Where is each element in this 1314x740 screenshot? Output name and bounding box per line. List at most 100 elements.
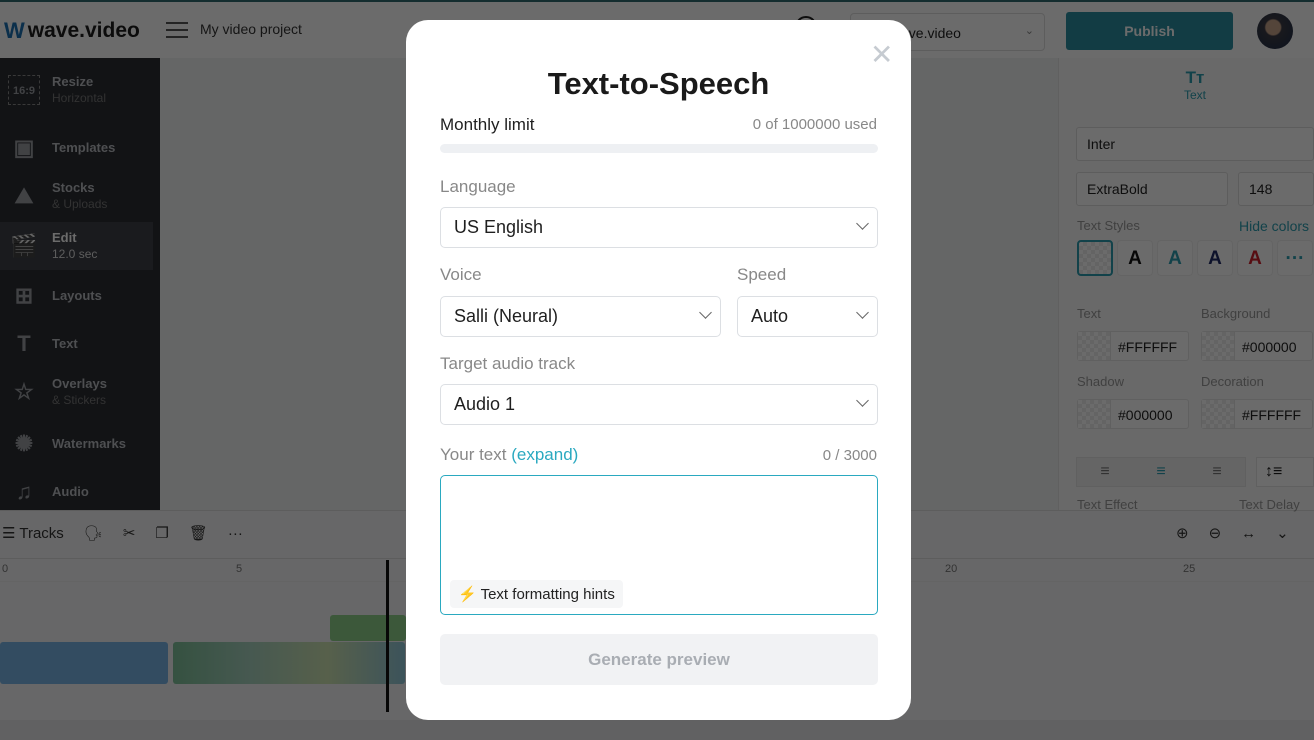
text-styles-label: Text Styles bbox=[1077, 218, 1140, 233]
fit-icon[interactable]: ↔ bbox=[1241, 525, 1256, 542]
text-formatting-hints[interactable]: ⚡ Text formatting hints bbox=[450, 580, 623, 608]
sidebar-item-label: Layouts bbox=[52, 288, 102, 304]
label: Resize bbox=[52, 74, 94, 89]
sidebar-item-label: Stocks & Uploads bbox=[52, 180, 107, 212]
collapse-icon[interactable]: ⌄ bbox=[1276, 524, 1289, 542]
templates-icon: ▣ bbox=[13, 135, 35, 160]
weight-select[interactable]: ExtraBold bbox=[1076, 172, 1228, 206]
voice-label: Voice bbox=[440, 265, 482, 284]
color-swatch-field[interactable]: #FFFFFF bbox=[1077, 331, 1189, 361]
generate-preview-button[interactable]: Generate preview bbox=[440, 634, 878, 685]
duplicate-icon[interactable]: ❐ bbox=[155, 524, 168, 542]
color-value: #000000 bbox=[1118, 407, 1173, 423]
align-left-icon[interactable]: ≡ bbox=[1100, 463, 1109, 481]
sidebar-item-overlays[interactable]: ☆ Overlays & Stickers bbox=[0, 368, 153, 416]
tts-modal: Text-to-Speech ✕ Monthly limit 0 of 1000… bbox=[406, 20, 911, 720]
your-text-text: Your text bbox=[440, 445, 507, 464]
timeline-toolbar: ☰ Tracks 🗣 ✂ ❐ 🗑 ··· bbox=[2, 524, 243, 543]
playhead[interactable] bbox=[386, 560, 389, 712]
color-value: #FFFFFF bbox=[1118, 339, 1178, 355]
voice-icon[interactable]: 🗣 bbox=[84, 524, 103, 542]
font-select[interactable]: Inter bbox=[1076, 127, 1314, 161]
hide-colors-link[interactable]: Hide colors bbox=[1239, 218, 1309, 234]
sidebar: 16:9 Resize Horizontal ▣ Templates ⛰ Stocks & U… bbox=[0, 58, 160, 510]
audio-clip[interactable] bbox=[330, 615, 406, 641]
sidebar-item-label: Resize Horizontal bbox=[52, 74, 106, 106]
trash-icon[interactable]: 🗑 bbox=[189, 524, 208, 542]
color-swatch-field[interactable]: #000000 bbox=[1201, 331, 1313, 361]
video-clip[interactable] bbox=[0, 642, 168, 684]
line-height-icon[interactable]: ↕≡ bbox=[1256, 457, 1314, 487]
text-effect-label: Text Effect bbox=[1077, 497, 1138, 512]
language-select[interactable]: US English bbox=[440, 207, 878, 248]
sidebar-item-watermarks[interactable]: ✺ Watermarks bbox=[0, 420, 153, 468]
chevron-down-icon bbox=[856, 217, 869, 230]
sublabel: 12.0 sec bbox=[52, 247, 98, 261]
more-icon[interactable]: ··· bbox=[228, 525, 243, 542]
label: Watermarks bbox=[52, 436, 126, 451]
audio-track-select[interactable]: Audio 1 bbox=[440, 384, 878, 425]
text-style-option[interactable]: A bbox=[1157, 240, 1193, 276]
label: Edit bbox=[52, 230, 77, 245]
zoom-controls: ⊕ ⊖ ↔ ⌄ bbox=[1176, 524, 1289, 543]
align-right-icon[interactable]: ≡ bbox=[1212, 463, 1221, 481]
text-icon: T bbox=[17, 331, 31, 356]
text-style-option[interactable]: A bbox=[1197, 240, 1233, 276]
menu-icon[interactable] bbox=[166, 22, 188, 38]
text-delay-label: Text Delay bbox=[1239, 497, 1300, 512]
text-style-option[interactable]: A bbox=[1237, 240, 1273, 276]
tracks-button[interactable]: ☰ Tracks bbox=[2, 524, 64, 542]
ruler-tick: 0 bbox=[2, 563, 9, 575]
expand-link[interactable]: (expand) bbox=[511, 445, 578, 464]
color-value: #FFFFFF bbox=[1242, 407, 1302, 423]
tab-text[interactable]: Tт Text bbox=[1160, 68, 1230, 102]
more-styles-icon[interactable]: ··· bbox=[1277, 240, 1313, 276]
weight-value: ExtraBold bbox=[1087, 181, 1148, 197]
your-text-label: Your text (expand) bbox=[440, 445, 578, 465]
speed-label: Speed bbox=[737, 265, 787, 284]
color-swatch-field[interactable]: #000000 bbox=[1077, 399, 1189, 429]
label: Stocks bbox=[52, 180, 95, 195]
align-center-icon[interactable]: ≡ bbox=[1156, 463, 1165, 481]
align-group: ≡ ≡ ≡ bbox=[1076, 457, 1246, 487]
ruler-tick: 20 bbox=[945, 563, 958, 575]
voice-select[interactable]: Salli (Neural) bbox=[440, 296, 721, 337]
clapperboard-icon: 🎬 bbox=[10, 233, 38, 258]
sublabel: Horizontal bbox=[52, 91, 107, 105]
video-clip[interactable] bbox=[173, 642, 405, 684]
zoom-in-icon[interactable]: ⊕ bbox=[1176, 524, 1189, 542]
label: Text bbox=[52, 336, 78, 351]
char-counter: 0 / 3000 bbox=[822, 447, 877, 464]
sidebar-item-stocks[interactable]: ⛰ Stocks & Uploads bbox=[0, 172, 153, 220]
ruler-tick: 5 bbox=[236, 563, 243, 575]
project-name[interactable]: My video project bbox=[200, 21, 302, 37]
color-label: Text bbox=[1077, 306, 1101, 321]
sidebar-item-resize[interactable]: 16:9 Resize Horizontal bbox=[0, 66, 153, 114]
sidebar-item-layouts[interactable]: ⊞ Layouts bbox=[0, 272, 153, 320]
sidebar-item-text[interactable]: T Text bbox=[0, 320, 153, 368]
sidebar-item-label: Audio bbox=[52, 484, 89, 500]
zoom-out-icon[interactable]: ⊖ bbox=[1209, 524, 1222, 542]
music-icon: ♫ bbox=[15, 479, 33, 504]
color-value: #000000 bbox=[1242, 339, 1297, 355]
close-icon[interactable]: ✕ bbox=[870, 38, 893, 71]
logo[interactable]: Wwave.video bbox=[4, 18, 140, 44]
style-none[interactable] bbox=[1077, 240, 1113, 276]
publish-button[interactable]: Publish bbox=[1066, 12, 1233, 50]
chevron-down-icon bbox=[856, 306, 869, 319]
text-style-option[interactable]: A bbox=[1117, 240, 1153, 276]
sidebar-item-audio[interactable]: ♫ Audio bbox=[0, 468, 153, 516]
size-value: 148 bbox=[1249, 181, 1273, 197]
tab-label: Text bbox=[1183, 88, 1206, 102]
sidebar-item-templates[interactable]: ▣ Templates bbox=[0, 124, 153, 172]
timeline-scrollbar[interactable] bbox=[0, 720, 1314, 740]
speed-select[interactable]: Auto bbox=[737, 296, 878, 337]
tracks-label: Tracks bbox=[19, 525, 64, 542]
color-swatch-field[interactable]: #FFFFFF bbox=[1201, 399, 1313, 429]
monthly-limit-label: Monthly limit bbox=[440, 115, 535, 134]
size-select[interactable]: 148 bbox=[1238, 172, 1314, 206]
scissors-icon[interactable]: ✂ bbox=[123, 524, 136, 542]
sidebar-item-edit[interactable]: 🎬 Edit 12.0 sec bbox=[0, 222, 153, 270]
sidebar-item-label: Text bbox=[52, 336, 78, 352]
avatar[interactable] bbox=[1257, 13, 1293, 49]
